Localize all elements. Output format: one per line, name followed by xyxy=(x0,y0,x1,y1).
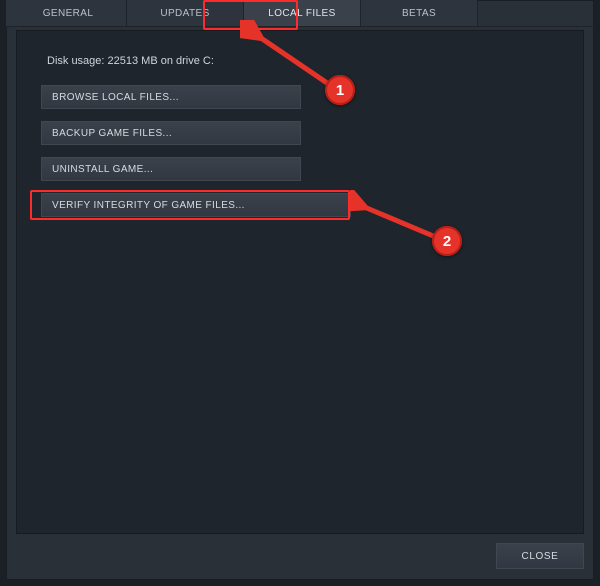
tab-updates[interactable]: UPDATES xyxy=(127,0,244,26)
close-button[interactable]: CLOSE xyxy=(496,543,584,569)
tab-betas[interactable]: BETAS xyxy=(361,0,478,26)
browse-local-files-button[interactable]: BROWSE LOCAL FILES... xyxy=(41,85,301,109)
content-pane: Disk usage: 22513 MB on drive C: BROWSE … xyxy=(16,30,584,534)
properties-window: GENERAL UPDATES LOCAL FILES BETAS Disk u… xyxy=(6,0,594,580)
verify-integrity-button[interactable]: VERIFY INTEGRITY OF GAME FILES... xyxy=(41,193,351,217)
tab-local-files[interactable]: LOCAL FILES xyxy=(244,0,361,26)
footer-bar: CLOSE xyxy=(16,538,584,574)
tab-bar: GENERAL UPDATES LOCAL FILES BETAS xyxy=(6,0,594,27)
tab-general[interactable]: GENERAL xyxy=(6,0,127,26)
uninstall-game-button[interactable]: UNINSTALL GAME... xyxy=(41,157,301,181)
backup-game-files-button[interactable]: BACKUP GAME FILES... xyxy=(41,121,301,145)
disk-usage-label: Disk usage: 22513 MB on drive C: xyxy=(47,55,214,67)
